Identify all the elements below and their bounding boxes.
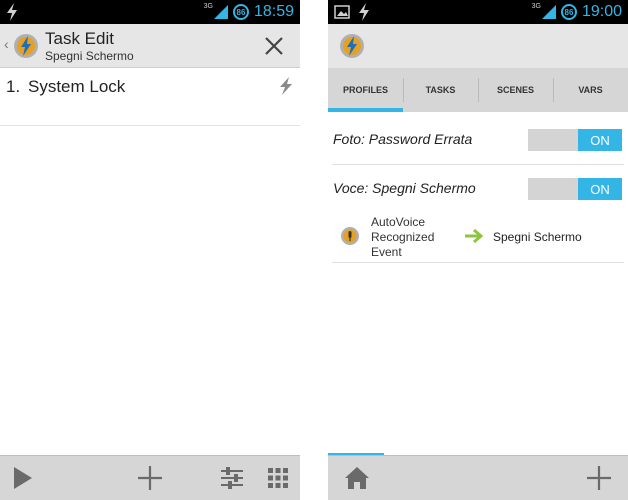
bottom-toolbar xyxy=(328,455,628,500)
active-tab-indicator xyxy=(328,108,403,112)
profile-item[interactable]: Foto: Password Errata ON xyxy=(328,116,628,164)
battery-icon: 86 xyxy=(232,4,249,20)
tab-profiles[interactable]: PROFILES xyxy=(328,68,403,112)
network-type-label: 3G xyxy=(531,2,541,10)
action-name: System Lock xyxy=(28,77,126,96)
status-bar: 3G 86 19:00 xyxy=(328,0,628,24)
profile-name: Voce: Spegni Schermo xyxy=(333,180,476,196)
signal-icon xyxy=(541,5,556,19)
tab-tasks[interactable]: TASKS xyxy=(403,68,478,112)
network-type-label: 3G xyxy=(203,2,213,10)
action-bar: ‹ Task Edit Spegni Schermo xyxy=(0,24,300,68)
tab-bar: PROFILES TASKS SCENES VARS xyxy=(328,68,628,112)
toggle-on-label: ON xyxy=(578,178,622,200)
status-bar: 3G 86 18:59 xyxy=(0,0,300,24)
profiles-screen: 3G 86 19:00 PROFILES TASKS SCENES VARS F… xyxy=(328,0,628,500)
context-event-label: AutoVoice Recognized Event xyxy=(371,215,435,259)
tasker-app-icon[interactable] xyxy=(338,32,366,60)
tasker-app-icon[interactable] xyxy=(12,32,40,60)
lightning-notification-icon xyxy=(7,3,17,21)
tab-scenes[interactable]: SCENES xyxy=(478,68,553,112)
divider xyxy=(332,262,624,263)
toggle-on-label: ON xyxy=(578,129,622,151)
plus-icon[interactable] xyxy=(137,465,163,491)
back-chevron-icon[interactable]: ‹ xyxy=(4,36,9,52)
signal-icon xyxy=(213,5,228,19)
lightning-icon xyxy=(280,77,292,95)
profile-toggle[interactable]: ON xyxy=(528,178,622,200)
page-title: Task Edit xyxy=(45,29,114,48)
lightning-notification-icon xyxy=(359,3,369,21)
image-notification-icon xyxy=(334,5,350,19)
clock: 18:59 xyxy=(253,3,294,20)
play-icon[interactable] xyxy=(10,465,36,491)
bottom-toolbar xyxy=(0,455,300,500)
action-list-item[interactable]: 1. System Lock xyxy=(0,68,300,126)
profile-context-row[interactable]: AutoVoice Recognized Event Spegni Scherm… xyxy=(328,212,628,262)
action-number: 1. xyxy=(6,77,21,96)
task-edit-screen: 3G 86 18:59 ‹ Task Edit Spegni Schermo 1… xyxy=(0,0,300,500)
plus-icon[interactable] xyxy=(586,465,612,491)
clock: 19:00 xyxy=(581,3,622,20)
action-bar xyxy=(328,24,628,68)
profile-name: Foto: Password Errata xyxy=(333,131,473,147)
battery-icon: 86 xyxy=(560,4,577,20)
sliders-icon[interactable] xyxy=(219,465,245,491)
profile-item[interactable]: Voce: Spegni Schermo ON xyxy=(328,165,628,213)
arrow-right-icon xyxy=(465,228,484,244)
close-icon[interactable] xyxy=(262,34,286,58)
home-icon[interactable] xyxy=(344,465,370,491)
grid-icon[interactable] xyxy=(265,465,291,491)
page-subtitle: Spegni Schermo xyxy=(45,49,134,63)
linked-task-label[interactable]: Spegni Schermo xyxy=(493,230,582,244)
tab-vars[interactable]: VARS xyxy=(553,68,628,112)
profile-toggle[interactable]: ON xyxy=(528,129,622,151)
autovoice-icon xyxy=(341,227,359,245)
